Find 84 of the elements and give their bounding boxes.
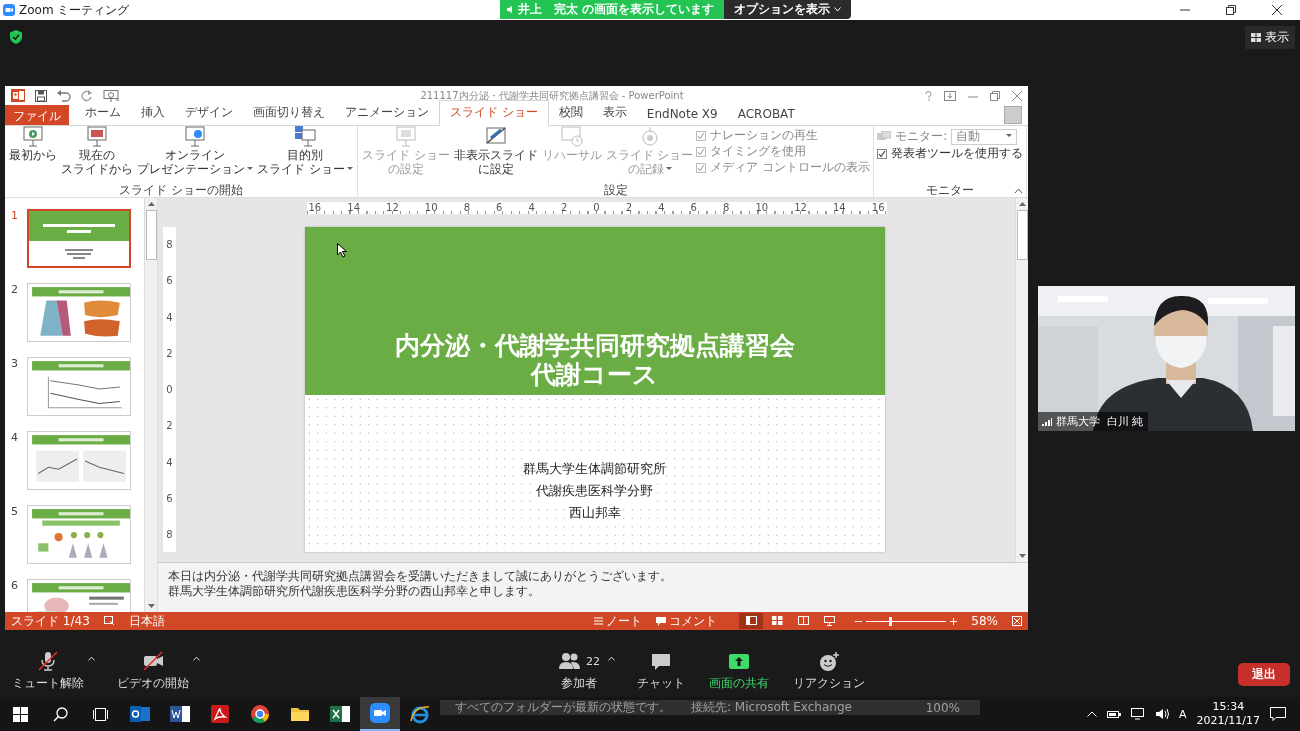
clock-time[interactable]: 15:34 (1212, 700, 1245, 714)
ruler-number: 6 (166, 275, 173, 287)
slide-title: 内分泌・代謝学共同研究拠点講習会 (394, 331, 795, 360)
ruler-number: 16 (308, 202, 322, 214)
ruler-number: 8 (166, 239, 173, 250)
ruler-number: 10 (755, 202, 769, 214)
ruler-number: 4 (658, 202, 665, 214)
participant-count: 22 (586, 654, 600, 668)
slide-number: 3 (11, 357, 19, 370)
language-label: 日本語 (128, 612, 165, 630)
ruler-number: 14 (347, 202, 360, 214)
ribbon-tab[interactable]: ACROBAT (727, 104, 805, 125)
ribbon-button[interactable]: 目的別 スライド ショー (256, 126, 354, 184)
slide-number: 1 (11, 209, 19, 222)
ribbon-tab[interactable]: 画面切り替え (243, 101, 335, 125)
ribbon-tab[interactable]: デザイン (175, 101, 243, 125)
ruler-number: 16 (871, 202, 885, 214)
participants-button[interactable]: 22 参加者 (556, 650, 602, 692)
ruler-number: 0 (166, 384, 173, 395)
group-label: スライド ショーの開始 (119, 184, 243, 197)
ime-indicator[interactable]: A (1179, 707, 1187, 721)
ruler-number: 2 (166, 420, 173, 432)
ribbon-button[interactable]: 非表示スライド に設定 (452, 126, 539, 184)
comments-button[interactable]: コメント (656, 612, 718, 630)
clock-date[interactable]: 2021/11/17 (1196, 714, 1260, 728)
ruler-number: 8 (723, 202, 730, 214)
ruler-number: 6 (690, 202, 697, 214)
slide-text: 代謝疾患医科学分野 (536, 480, 653, 502)
ribbon-tab[interactable]: 校閲 (548, 101, 593, 125)
ruler-number: 6 (496, 202, 503, 214)
ruler-number: 0 (593, 202, 600, 214)
ruler-number: 10 (424, 202, 438, 214)
slide-number: 2 (11, 283, 19, 296)
notes-button[interactable]: ノート (594, 612, 643, 630)
ruler-number: 8 (166, 529, 173, 540)
ruler-number: 8 (463, 202, 470, 214)
zoom-percentage: 58% (971, 614, 998, 628)
field-label: モニター: (895, 128, 948, 145)
checkbox[interactable]: 発表者ツールを使用する (877, 146, 1024, 161)
file-tab[interactable]: ファイル (5, 105, 69, 125)
reactions-button[interactable]: リアクション (791, 650, 867, 692)
notes-text: 群馬大学生体調節研究所代謝疾患医科学分野の西山邦幸と申します。 (168, 584, 541, 599)
status-text: 100% (925, 700, 960, 715)
start-video-button[interactable]: ビデオの開始 (115, 650, 191, 692)
window-title: 211117内分泌・代謝学共同研究拠点講習会 - PowerPoint (419, 88, 685, 103)
notes-text: 本日は内分泌・代謝学共同研究拠点講習会を受講いただきまして誠にありがとうございます。 (168, 569, 673, 584)
ribbon-tab[interactable]: スライド ショー (439, 100, 549, 126)
ribbon-tab[interactable]: 挿入 (131, 101, 175, 125)
group-label: モニター (926, 184, 975, 197)
unmute-button[interactable]: ミュート解除 (10, 650, 86, 692)
status-text: すべてのフォルダーが最新の状態です。 (455, 699, 671, 716)
ribbon-button[interactable]: 現在の スライドから (60, 126, 134, 184)
slide-title: 代謝コース (531, 360, 658, 389)
ruler-number: 4 (528, 202, 535, 214)
leave-button[interactable]: 退出 (1238, 663, 1290, 686)
slide-number: 5 (11, 505, 19, 518)
options-button[interactable]: オプションを表示 (724, 0, 852, 19)
slide-counter: スライド 1/43 (11, 612, 90, 630)
ruler-number: 2 (625, 202, 633, 214)
ribbon-tab[interactable]: アニメーション (335, 101, 439, 125)
window-title: Zoom ミーティング (19, 1, 130, 19)
ribbon-button[interactable]: オンライン プレゼンテーション (136, 126, 254, 184)
ruler-number: 4 (166, 311, 173, 323)
chat-button[interactable]: チャット (635, 650, 687, 692)
participant-name: 群馬大学 白川 純 (1056, 414, 1144, 429)
status-text: 接続先: Microsoft Exchange (691, 699, 852, 716)
ruler-number: 12 (386, 202, 399, 214)
ruler-number: 4 (166, 456, 173, 468)
ruler-number: 14 (833, 202, 846, 214)
ruler-number: 12 (794, 202, 807, 214)
ribbon-button[interactable]: 最初から (8, 126, 58, 184)
slide-number: 6 (11, 579, 19, 592)
ribbon-tab[interactable]: 表示 (592, 101, 637, 125)
view-button[interactable]: 表示 (1245, 26, 1295, 49)
ruler-number: 2 (166, 347, 173, 359)
share-screen-button[interactable]: 画面の共有 (707, 650, 771, 692)
ruler-number: 2 (560, 202, 568, 214)
slide-text: 群馬大学生体調節研究所 (523, 458, 666, 480)
ruler-number: 6 (166, 492, 173, 504)
ribbon-tab[interactable]: EndNote X9 (636, 104, 728, 125)
group-label: 設定 (603, 184, 628, 197)
ribbon-tab[interactable]: ホーム (75, 101, 131, 125)
banner-text: 井上 完太 の画面を表示しています (518, 1, 715, 18)
slide-number: 4 (11, 431, 19, 444)
